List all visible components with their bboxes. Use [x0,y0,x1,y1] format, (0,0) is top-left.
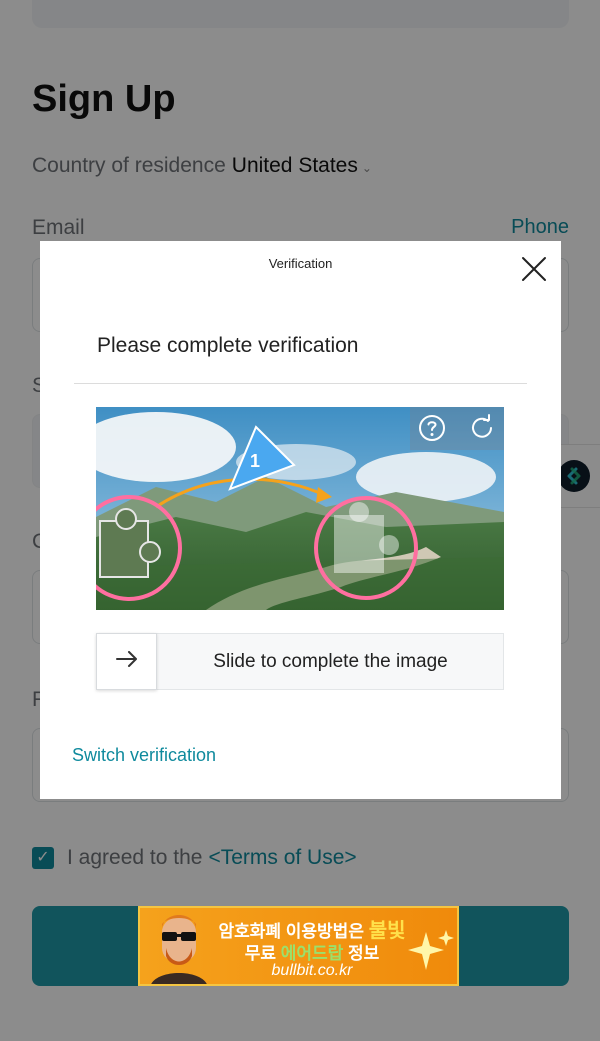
ad-text: 무료 [244,944,281,963]
ad-avatar-illustration [140,908,218,984]
step-badge: 1 [250,451,261,471]
ad-text: 정보 [343,944,380,963]
slider-handle[interactable] [96,633,157,690]
ad-subline: 무료 에어드랍 정보 [212,939,412,964]
slider-instruction: Slide to complete the image [213,651,448,672]
divider [74,383,527,384]
ad-highlight: 에어드랍 [280,944,344,963]
captcha-image: 1 [96,407,504,610]
verification-subtitle: Please complete verification [97,334,359,357]
verification-modal: Verification Please complete verificatio… [40,241,561,799]
arrow-right-icon [115,651,138,672]
close-icon[interactable] [519,254,549,284]
question-mark-icon[interactable] [416,412,448,444]
slider-track[interactable]: Slide to complete the image [96,633,504,690]
modal-header: Verification [268,256,333,271]
ad-url: bullbit.co.kr [271,962,353,979]
switch-verification-link[interactable]: Switch verification [72,745,216,766]
sparkle-icon [406,926,456,976]
ad-banner[interactable]: 암호화폐 이용방법은 불빛 무료 에어드랍 정보 bullbit.co.kr [138,906,459,986]
refresh-icon[interactable] [466,412,498,444]
